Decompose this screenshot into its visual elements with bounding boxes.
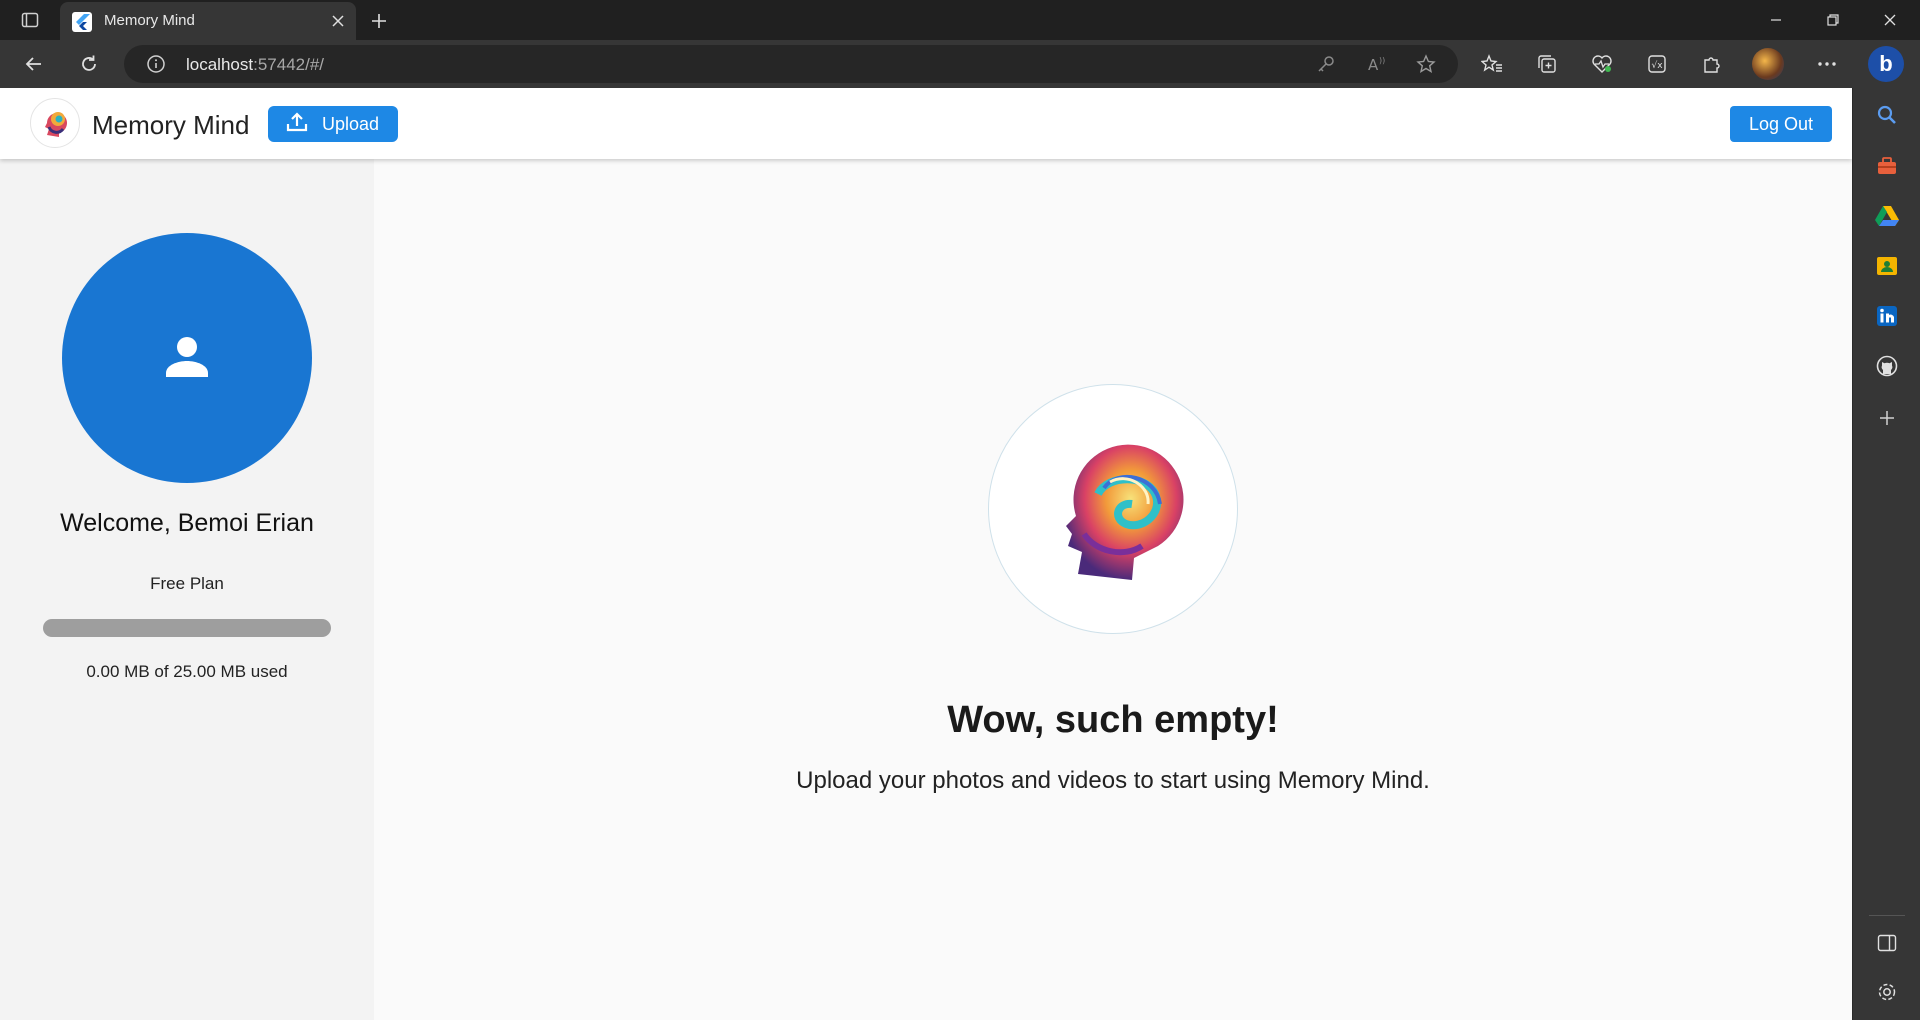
person-icon xyxy=(164,333,210,384)
extensions-icon[interactable] xyxy=(1696,48,1728,80)
favorites-icon[interactable] xyxy=(1476,48,1508,80)
url-host: localhost xyxy=(186,55,254,74)
toolbox-icon[interactable] xyxy=(1873,152,1901,180)
browser-toolbar: localhost:57442/#/ A)) √x xyxy=(0,40,1920,88)
site-info-icon[interactable] xyxy=(146,54,166,74)
close-window-icon[interactable] xyxy=(1862,0,1918,40)
address-bar[interactable]: localhost:57442/#/ A)) xyxy=(124,45,1458,83)
tab-title: Memory Mind xyxy=(104,12,195,29)
storage-usage-text: 0.00 MB of 25.00 MB used xyxy=(86,662,288,681)
main-content: Wow, such empty! Upload your photos and … xyxy=(374,159,1852,1020)
collections-icon[interactable] xyxy=(1531,48,1563,80)
favorite-star-icon[interactable] xyxy=(1414,52,1438,76)
minimize-icon[interactable] xyxy=(1748,0,1804,40)
tab-memory-mind[interactable]: Memory Mind xyxy=(60,2,356,40)
contacts-icon[interactable] xyxy=(1873,252,1901,280)
svg-text:A: A xyxy=(1368,56,1379,74)
close-tab-icon[interactable] xyxy=(328,11,348,31)
back-icon[interactable] xyxy=(18,48,50,80)
edge-sidebar xyxy=(1852,88,1920,1020)
refresh-icon[interactable] xyxy=(73,48,105,80)
github-icon[interactable] xyxy=(1873,352,1901,380)
upload-button[interactable]: Upload xyxy=(268,106,398,142)
app-logo xyxy=(30,98,80,148)
empty-state-subtitle: Upload your photos and videos to start u… xyxy=(796,767,1430,794)
profile-avatar[interactable] xyxy=(1752,48,1784,80)
sidebar-divider xyxy=(1869,915,1905,916)
new-tab-icon[interactable] xyxy=(366,8,392,34)
upload-icon xyxy=(286,111,308,137)
storage-progress-bar xyxy=(43,619,331,637)
app-bar: Memory Mind Upload Log Out xyxy=(0,88,1852,159)
browser-essentials-icon[interactable] xyxy=(1586,48,1618,80)
user-sidebar: Welcome, Bemoi Erian Free Plan 0.00 MB o… xyxy=(0,159,374,1020)
logout-button[interactable]: Log Out xyxy=(1730,106,1832,142)
brain-head-illustration xyxy=(1066,444,1184,580)
upload-button-label: Upload xyxy=(322,113,380,134)
split-screen-icon[interactable] xyxy=(1873,929,1901,957)
page-viewport: Memory Mind Upload Log Out Welcome, Bemo… xyxy=(0,88,1852,1020)
google-drive-icon[interactable] xyxy=(1873,202,1901,230)
app-title: Memory Mind xyxy=(92,110,250,140)
url-path: :57442/#/ xyxy=(253,55,325,74)
key-icon[interactable] xyxy=(1314,52,1338,76)
add-icon[interactable] xyxy=(1873,404,1901,432)
tab-actions-icon[interactable] xyxy=(12,6,48,34)
plan-label: Free Plan xyxy=(150,574,224,593)
svg-text:√x: √x xyxy=(1652,60,1664,71)
svg-text:)): )) xyxy=(1379,56,1385,65)
restore-icon[interactable] xyxy=(1805,0,1861,40)
url-text[interactable]: localhost:57442/#/ xyxy=(186,55,324,75)
more-options-icon[interactable] xyxy=(1811,48,1843,80)
math-solver-icon[interactable]: √x xyxy=(1641,48,1673,80)
tab-strip: Memory Mind xyxy=(0,0,1920,40)
settings-icon[interactable] xyxy=(1873,978,1901,1006)
browser-window: Memory Mind localhost:57442/#/ A)) √x b… xyxy=(0,0,1920,1020)
read-aloud-icon[interactable]: A)) xyxy=(1366,52,1390,76)
flutter-icon xyxy=(72,12,92,32)
empty-state-image xyxy=(988,384,1238,634)
welcome-text: Welcome, Bemoi Erian xyxy=(60,509,314,537)
search-icon[interactable] xyxy=(1873,101,1901,129)
user-avatar xyxy=(62,233,312,483)
copilot-icon[interactable]: b xyxy=(1868,46,1904,82)
empty-state-title: Wow, such empty! xyxy=(947,699,1279,741)
linkedin-icon[interactable] xyxy=(1873,302,1901,330)
